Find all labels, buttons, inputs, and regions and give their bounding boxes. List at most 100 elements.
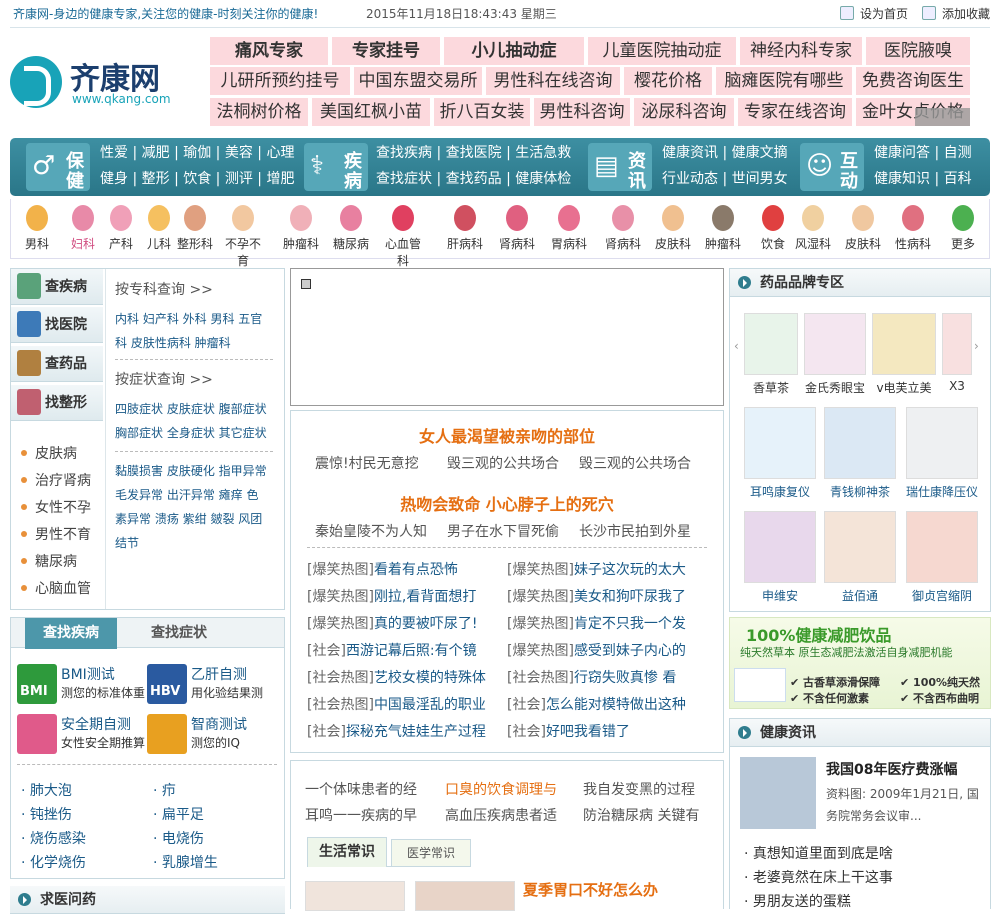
category-17[interactable]: 皮肤科 (841, 203, 885, 252)
slideshow-frame[interactable] (290, 268, 724, 406)
product-item[interactable]: 申维安 (742, 511, 818, 604)
news-item[interactable]: [社会]探秘充气娃娃生产过程 (307, 721, 503, 741)
disease-link[interactable]: 化学烧伤 (21, 852, 86, 872)
keyword-link[interactable]: 脑瘫医院有哪些 (716, 67, 852, 95)
keyword-link[interactable]: 樱花价格 (624, 67, 712, 95)
keyword-link[interactable]: 中国东盟交易所 (354, 67, 482, 95)
health-news-item[interactable]: · 老婆竟然在床上干这事 (744, 867, 893, 887)
nav-section-news[interactable]: ▤ 资讯 (588, 143, 652, 192)
keyword-link[interactable]: 专家在线咨询 (738, 98, 852, 126)
symptom-links[interactable]: 结节 (115, 531, 139, 555)
tab-life-knowledge[interactable]: 生活常识 (307, 837, 387, 867)
news-item[interactable]: [爆笑热图]肯定不只我一个发 (507, 613, 703, 633)
keyword-link[interactable]: 美国红枫小苗 (312, 98, 430, 126)
product-item[interactable]: 耳鸣康复仪 (742, 407, 818, 500)
sub-headline[interactable]: 长沙市民拍到外星 (579, 521, 691, 541)
category-0[interactable]: 男科 (15, 203, 59, 252)
disease-link[interactable]: 钝挫伤 (21, 804, 72, 824)
keyword-link[interactable]: 男性科在线咨询 (486, 67, 620, 95)
disease-link[interactable]: 女性不孕 (21, 497, 91, 517)
by-dept-links[interactable]: 科 皮肤性病科 肿瘤科 (115, 331, 231, 355)
category-10[interactable]: 肾病科 (495, 203, 539, 252)
more-link[interactable]: 我自发变黑的过程 (583, 779, 695, 799)
nav-links-health-1[interactable]: 性爱 | 减肥 | 瑜伽 | 美容 | 心理 (100, 140, 294, 166)
brand-item[interactable]: 香草茶 (744, 313, 798, 396)
tab-find-hospital[interactable]: 找医院 (11, 307, 103, 343)
keyword-link[interactable]: 专家挂号 (332, 37, 440, 65)
sub-headline[interactable]: 男子在水下冒死偷 (447, 521, 559, 541)
category-6[interactable]: 肿瘤科 (279, 203, 323, 252)
headline-2[interactable]: 热吻会致命 小心脖子上的死穴 (291, 491, 723, 515)
news-item[interactable]: [爆笑热图]真的要被吓尿了! (307, 613, 503, 633)
keyword-link[interactable]: 儿研所预约挂号 (210, 67, 350, 95)
news-item[interactable]: [爆笑热图]美女和狗吓尿我了 (507, 586, 703, 606)
disease-link[interactable]: 糖尿病 (21, 551, 77, 571)
tab-search-symptom[interactable]: 查找症状 (133, 618, 225, 649)
diet-drink-ad[interactable]: 100%健康减肥饮品 纯天然草本 原生态减肥法激活自身减肥机能 ✔ 古香草添滑保… (729, 617, 991, 709)
sub-headline[interactable]: 毁三观的公共场合 (579, 453, 691, 473)
news-item[interactable]: [社会]西游记幕后照:有个镜 (307, 640, 503, 660)
keyword-link[interactable]: 男性科咨询 (534, 98, 630, 126)
close-ad-strip[interactable] (915, 108, 970, 126)
news-item[interactable]: [社会热图]行窃失败真惨 看 (507, 667, 703, 687)
by-dept-links[interactable]: 内科 妇产科 外科 男科 五官 (115, 307, 262, 331)
disease-link[interactable]: 心脑血管 (21, 578, 91, 598)
disease-link[interactable]: 扁平足 (153, 804, 204, 824)
tab-medical-knowledge[interactable]: 医学常识 (391, 839, 471, 867)
more-link[interactable]: 高血压疾病患者适 (445, 805, 557, 825)
more-link[interactable]: 防治糖尿病 关键有 (583, 805, 699, 825)
keyword-link[interactable]: 儿童医院抽动症 (588, 37, 736, 65)
news-item[interactable]: [爆笑热图]看着有点恐怖 (307, 559, 503, 579)
disease-link[interactable]: 烧伤感染 (21, 828, 86, 848)
feature-title[interactable]: 我国08年医疗费涨幅 (826, 759, 957, 779)
keyword-link[interactable]: 免费咨询医生 (856, 67, 970, 95)
news-item[interactable]: [社会热图]中国最淫乱的职业 (307, 694, 503, 714)
set-home-link[interactable]: 设为首页 (840, 0, 908, 28)
keyword-link[interactable]: 泌尿科咨询 (634, 98, 734, 126)
keyword-link[interactable]: 小儿抽动症 (444, 37, 584, 65)
disease-link[interactable]: 男性不育 (21, 524, 91, 544)
sub-headline[interactable]: 毁三观的公共场合 (447, 453, 559, 473)
tab-find-drug[interactable]: 查药品 (11, 346, 103, 382)
nav-links-disease-2[interactable]: 查找症状 | 查找药品 | 健康体检 (376, 166, 571, 192)
bmi-test-tool[interactable]: BMI BMI测试 测您的标准体重 (17, 664, 147, 704)
disease-link[interactable]: 乳腺增生 (153, 852, 218, 872)
keyword-link[interactable]: 折八百女装 (434, 98, 530, 126)
more-link[interactable]: 口臭的饮食调理与 (445, 779, 557, 799)
brand-item[interactable]: v电芙立美 (870, 313, 938, 396)
category-12[interactable]: 肾病科 (601, 203, 645, 252)
category-9[interactable]: 肝病科 (443, 203, 487, 252)
tab-search-disease[interactable]: 查找疾病 (25, 618, 117, 649)
category-18[interactable]: 性病科 (891, 203, 935, 252)
carousel-prev-icon[interactable]: ‹ (734, 339, 739, 353)
product-item[interactable]: 瑞仕康降压仪 (902, 407, 982, 500)
nav-section-health[interactable]: ♂ 保健 (26, 143, 90, 192)
hbv-test-tool[interactable]: HBV 乙肝自测 用化验结果测 (147, 664, 277, 704)
category-5[interactable]: 不孕不育 (221, 203, 265, 269)
more-link[interactable]: 耳鸣一一疾病的早 (305, 805, 417, 825)
keyword-link[interactable]: 医院腋嗅 (866, 37, 970, 65)
nav-links-news-1[interactable]: 健康资讯 | 健康文摘 (662, 140, 788, 166)
nav-links-interact-2[interactable]: 健康知识 | 百科 (874, 166, 972, 192)
category-8[interactable]: 心血管科 (381, 203, 425, 269)
nav-links-health-2[interactable]: 健身 | 整形 | 饮食 | 测评 | 增肥 (100, 166, 294, 192)
nav-section-disease[interactable]: ⚕ 疾病 (304, 143, 368, 192)
keyword-link[interactable]: 神经内科专家 (740, 37, 862, 65)
news-item[interactable]: [社会热图]艺校女模的特殊体 (307, 667, 503, 687)
disease-link[interactable]: 治疗肾病 (21, 470, 91, 490)
health-news-item[interactable]: · 男朋友送的蛋糕 (744, 891, 851, 911)
disease-link[interactable]: 皮肤病 (21, 443, 77, 463)
sub-headline[interactable]: 秦始皇陵不为人知 (315, 521, 427, 541)
article-thumb[interactable] (415, 881, 515, 911)
brand-item[interactable]: X3 (942, 313, 972, 393)
product-item[interactable]: 御贞宫缩阴 (902, 511, 982, 604)
news-item[interactable]: [爆笑热图]妹子这次玩的太大 (507, 559, 703, 579)
category-14[interactable]: 肿瘤科 (701, 203, 745, 252)
category-13[interactable]: 皮肤科 (651, 203, 695, 252)
by-symptom-links[interactable]: 胸部症状 全身症状 其它症状 (115, 421, 267, 445)
add-favorite-link[interactable]: 添加收藏 (922, 0, 990, 28)
nav-section-interact[interactable]: ☺ 互动 (800, 143, 864, 192)
news-item[interactable]: [爆笑热图]感受到妹子内心的 (507, 640, 703, 660)
life-headline[interactable]: 夏季胃口不好怎么办 (523, 879, 658, 900)
product-item[interactable]: 青钱柳神茶 (822, 407, 898, 500)
